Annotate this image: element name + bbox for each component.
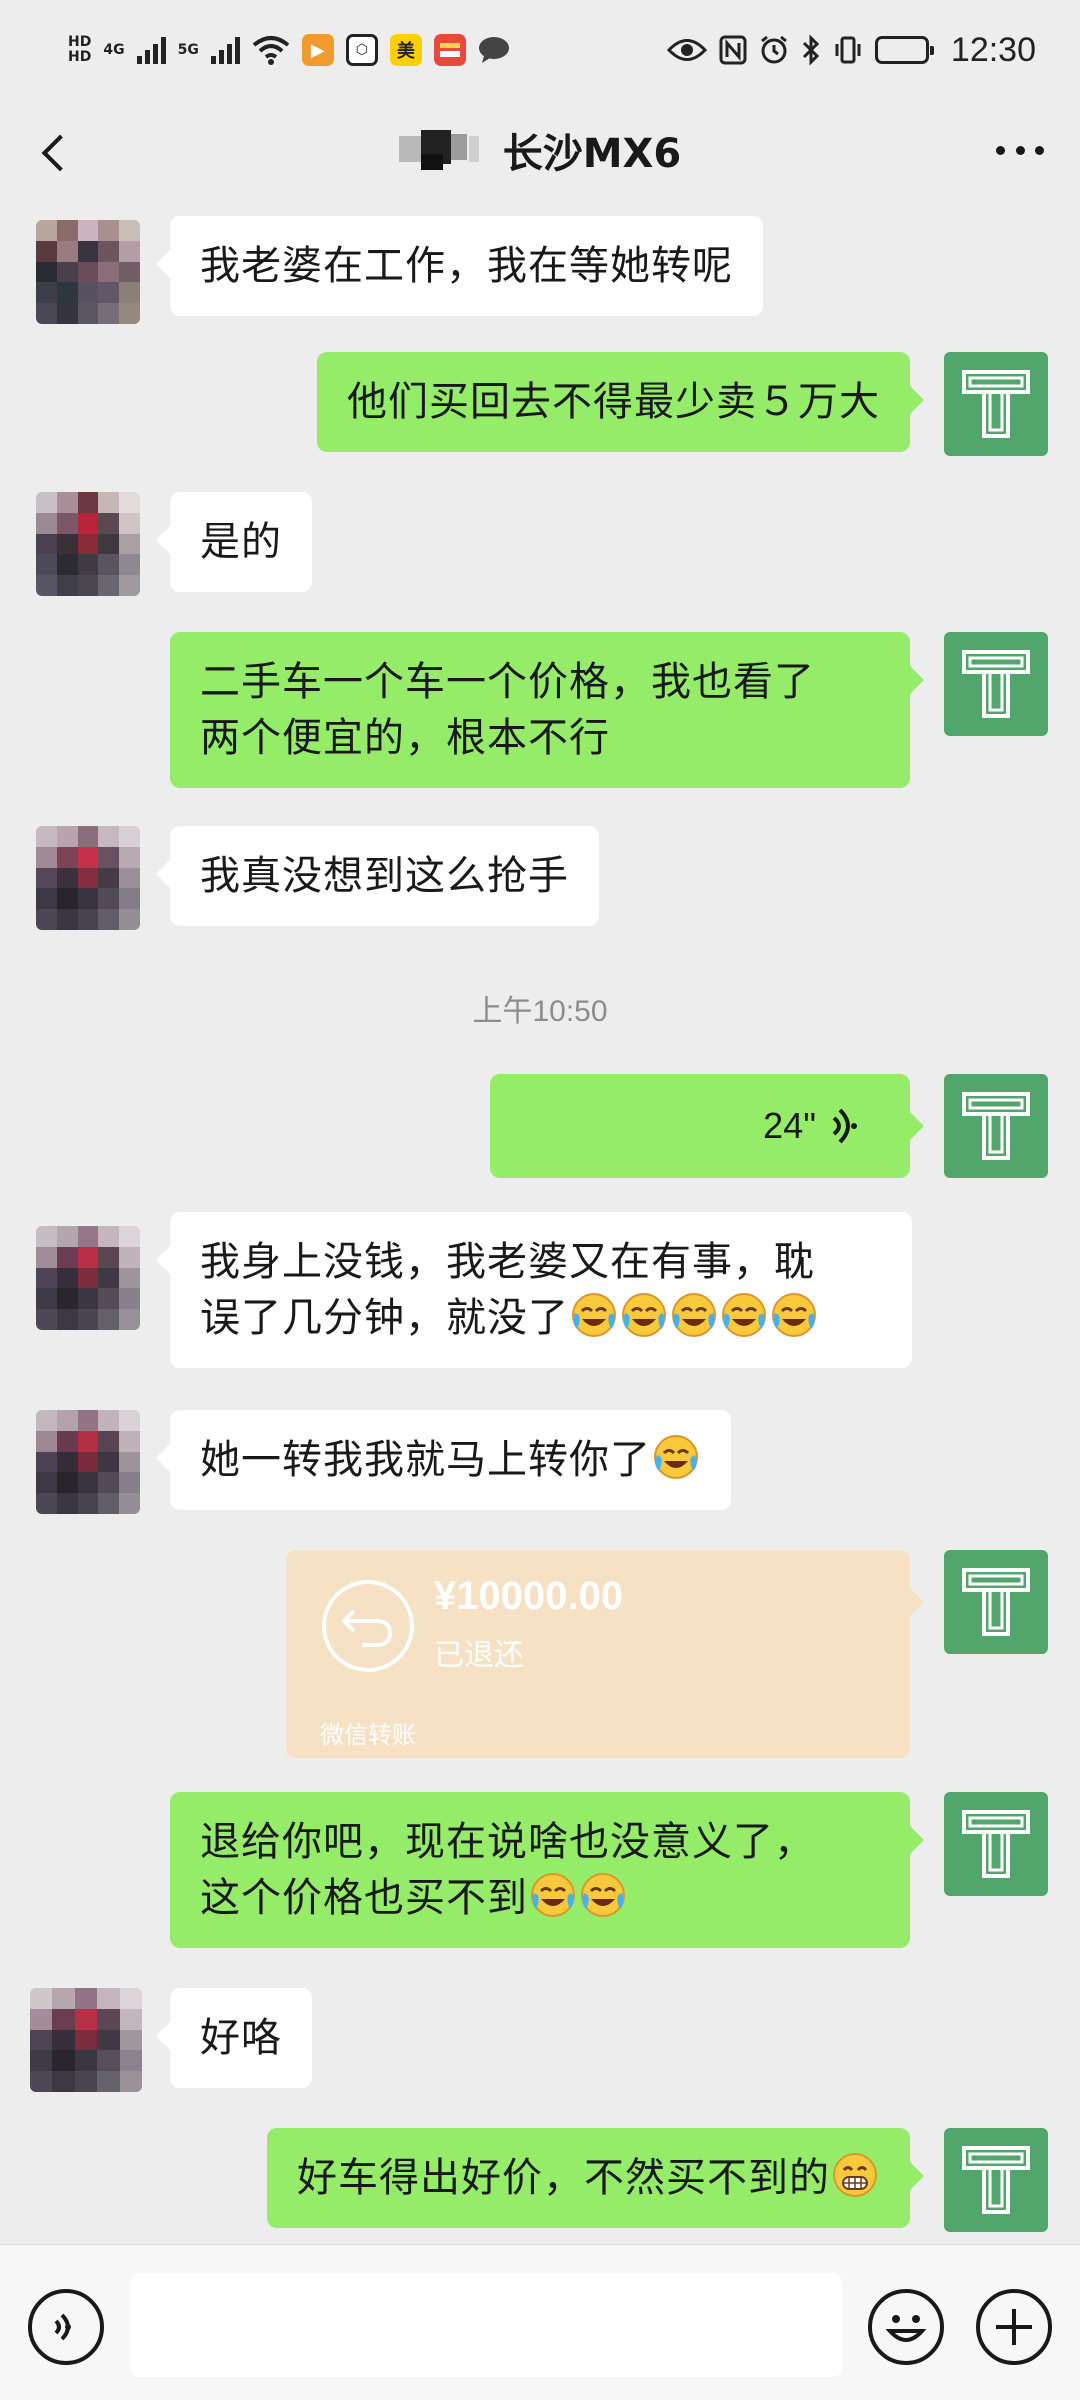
message-line: 二手车一个车一个价格，我也看了 [200, 659, 815, 705]
transfer-amount: ¥10000.00 [434, 1574, 624, 1618]
message-line: 这个价格也买不到 [200, 1875, 528, 1921]
t-logo-icon [962, 370, 1030, 438]
laugh-cry-emoji-icon [722, 1293, 766, 1337]
message-line: 误了几分钟，就没了 [200, 1295, 569, 1341]
voice-toggle-button[interactable] [28, 2289, 104, 2365]
t-logo-icon [962, 1810, 1030, 1878]
bluetooth-icon [802, 34, 820, 66]
user-avatar[interactable] [944, 1550, 1048, 1654]
contact-avatar[interactable] [36, 826, 140, 930]
voice-message-bubble[interactable]: 24" [490, 1074, 924, 1178]
laugh-cry-emoji-icon [622, 1293, 666, 1337]
laugh-cry-emoji-icon [654, 1435, 698, 1479]
app-icon [433, 34, 466, 66]
laugh-cry-emoji-icon [531, 1873, 575, 1917]
nfc-icon [719, 35, 747, 65]
grin-emoji-icon [833, 2153, 877, 2197]
message-bubble[interactable]: 是的 [156, 492, 312, 592]
t-logo-icon [962, 1092, 1030, 1160]
message-bubble[interactable]: 我老婆在工作，我在等她转呢 [156, 216, 763, 316]
message-bubble[interactable]: 退给你吧，现在说啥也没意义了， 这个价格也买不到 [170, 1792, 924, 1948]
status-right: 12:30 [666, 30, 1036, 70]
more-icon-dot [1015, 145, 1025, 155]
hd-icon: HD HD [68, 35, 91, 65]
shield-icon: ⬡ [345, 34, 378, 66]
emoji-icon [885, 2315, 927, 2342]
laugh-cry-emoji-icon [572, 1293, 616, 1337]
play-icon: ▶ [301, 34, 334, 66]
chat-header: 长沙MX6 [0, 100, 1080, 200]
more-icon [996, 145, 1005, 155]
message-bubble[interactable]: 好咯 [156, 1988, 312, 2088]
contact-avatar[interactable] [36, 1410, 140, 1514]
message-bubble[interactable]: 好车得出好价，不然买不到的 [267, 2128, 924, 2228]
meituan-icon: 美 [389, 34, 422, 66]
message-line: 退给你吧，现在说啥也没意义了， [200, 1819, 815, 1865]
eye-icon [666, 39, 707, 61]
message-bubble[interactable]: 我身上没钱，我老婆又在有事，耽 误了几分钟，就没了 [156, 1212, 912, 1368]
hd-label: HD [68, 34, 92, 50]
laugh-cry-emoji-icon [672, 1293, 716, 1337]
contact-avatar[interactable] [36, 220, 140, 324]
laugh-cry-emoji-icon [772, 1293, 816, 1337]
battery-icon [874, 36, 934, 64]
message-timestamp: 上午10:50 [472, 995, 608, 1028]
user-avatar[interactable] [944, 352, 1048, 456]
signal-icon-2 [210, 36, 240, 64]
message-text: 好车得出好价，不然买不到的 [297, 2155, 830, 2201]
message-input[interactable] [130, 2273, 842, 2377]
censored-name-block [398, 130, 489, 170]
status-bar: HD HD 4G 5G ▶ ⬡ 美 12:30 [0, 0, 1080, 100]
contact-avatar[interactable] [36, 1226, 140, 1330]
network-5g-label: 5G [177, 41, 199, 58]
transfer-status: 已退还 [434, 1638, 524, 1673]
emoji-group [569, 1293, 819, 1341]
chat-icon [478, 34, 510, 66]
status-left: HD HD 4G 5G ▶ ⬡ 美 [68, 34, 510, 66]
contact-avatar[interactable] [30, 1988, 142, 2092]
user-avatar[interactable] [944, 2128, 1048, 2232]
plus-button[interactable] [976, 2289, 1052, 2365]
chat-title: 长沙MX6 [502, 131, 682, 177]
t-logo-icon [962, 1568, 1030, 1636]
message-bubble[interactable]: 他们买回去不得最少卖５万大 [317, 352, 924, 452]
alarm-icon [760, 35, 787, 64]
more-icon-dot [1035, 145, 1044, 155]
voice-icon [54, 2313, 71, 2341]
network-4g-label: 4G [103, 41, 125, 58]
chat-messages[interactable]: 我老婆在工作，我在等她转呢 他们买回去不得最少卖５万大 是的 二手车一个车一个价… [0, 200, 1080, 2244]
hd-label-2: HD [68, 49, 92, 65]
message-line: 两个便宜的，根本不行 [200, 715, 610, 761]
status-time: 12:30 [950, 30, 1036, 69]
user-avatar[interactable] [944, 632, 1048, 736]
vibrate-icon [835, 36, 861, 64]
message-text: 她一转我我就马上转你了 [200, 1437, 651, 1483]
signal-icon [136, 36, 166, 64]
t-logo-icon [962, 650, 1030, 718]
contact-avatar[interactable] [36, 492, 140, 596]
user-avatar[interactable] [944, 1792, 1048, 1896]
transfer-card[interactable]: ¥10000.00 已退还 微信转账 [286, 1550, 924, 1758]
transfer-footer: 微信转账 [320, 1721, 416, 1749]
more-button[interactable] [990, 130, 1050, 170]
t-logo-icon [962, 2146, 1030, 2214]
back-button[interactable] [30, 128, 80, 178]
wifi-icon [252, 36, 290, 65]
emoji-button[interactable] [868, 2289, 944, 2365]
chat-title-wrap: 长沙MX6 [398, 121, 682, 179]
input-bar [0, 2244, 1080, 2400]
message-bubble[interactable]: 我真没想到这么抢手 [156, 826, 599, 926]
message-line: 我身上没钱，我老婆又在有事，耽 [200, 1239, 815, 1285]
message-bubble[interactable]: 二手车一个车一个价格，我也看了 两个便宜的，根本不行 [170, 632, 924, 788]
laugh-cry-emoji-icon [581, 1873, 625, 1917]
user-avatar[interactable] [944, 1074, 1048, 1178]
refund-icon [322, 1580, 414, 1672]
voice-wave-icon [832, 1108, 857, 1144]
message-bubble[interactable]: 她一转我我就马上转你了 [156, 1410, 731, 1510]
voice-duration: 24" [763, 1105, 816, 1146]
